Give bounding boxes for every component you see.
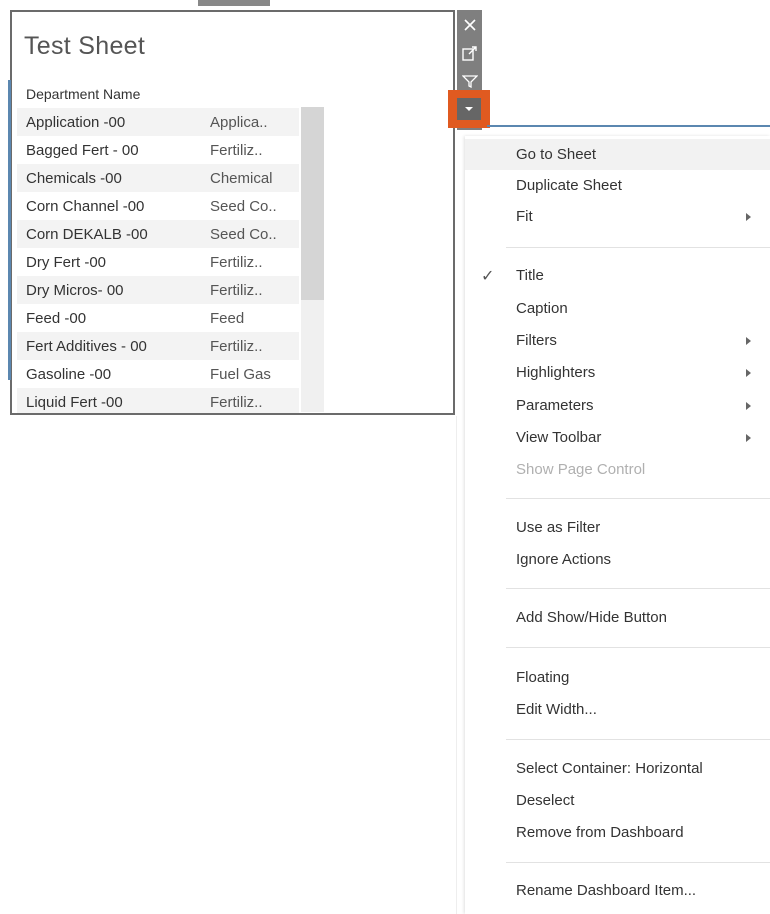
- menu-item-view-toolbar[interactable]: View Toolbar: [465, 422, 770, 453]
- selection-accent-left: [8, 80, 11, 380]
- sheet-zone[interactable]: Test Sheet Department Name Application -…: [10, 10, 455, 415]
- row-category: Fertiliz..: [210, 281, 263, 299]
- menu-item-remove-from-dashboard[interactable]: Remove from Dashboard: [465, 817, 770, 848]
- menu-label: View Toolbar: [516, 429, 602, 446]
- menu-label: Duplicate Sheet: [516, 177, 622, 194]
- table-row[interactable]: Feed -00 Feed: [17, 304, 299, 332]
- row-department: Chemicals -00: [26, 169, 122, 187]
- menu-label: Rename Dashboard Item...: [516, 882, 697, 899]
- top-tab-hint: [198, 0, 270, 6]
- selection-accent-top: [487, 125, 770, 127]
- menu-label: Add Show/Hide Button: [516, 609, 667, 626]
- table-row[interactable]: Dry Micros- 00 Fertiliz..: [17, 276, 299, 304]
- row-category: Chemical: [210, 169, 273, 187]
- menu-label: Parameters: [516, 397, 594, 414]
- menu-label: Select Container: Horizontal: [516, 760, 703, 777]
- row-department: Corn Channel -00: [26, 197, 145, 215]
- sheet-title: Test Sheet: [24, 32, 146, 60]
- menu-separator: [506, 647, 770, 648]
- data-rows: Application -00 Applica.. Bagged Fert - 0…: [17, 108, 299, 413]
- menu-item-highlighters[interactable]: Highlighters: [465, 357, 770, 388]
- menu-item-fit[interactable]: Fit: [465, 201, 770, 232]
- menu-label: Use as Filter: [516, 519, 601, 536]
- row-department: Corn DEKALB -00: [26, 225, 148, 243]
- menu-item-ignore-actions[interactable]: Ignore Actions: [465, 544, 770, 575]
- table-row[interactable]: Chemicals -00 Chemical: [17, 164, 299, 192]
- row-department: Application -00: [26, 113, 126, 131]
- table-row[interactable]: Application -00 Applica..: [17, 108, 299, 136]
- menu-item-parameters[interactable]: Parameters: [465, 390, 770, 421]
- menu-item-use-as-filter[interactable]: Use as Filter: [465, 512, 770, 543]
- divider-line: [456, 416, 457, 914]
- menu-item-caption[interactable]: Caption: [465, 293, 770, 324]
- popout-icon[interactable]: [457, 40, 482, 66]
- table-row[interactable]: Corn Channel -00 Seed Co..: [17, 192, 299, 220]
- row-category: Fuel Gas: [210, 365, 271, 383]
- menu-label: Show Page Control: [516, 461, 646, 478]
- menu-label: Fit: [516, 208, 533, 225]
- row-category: Fertiliz..: [210, 141, 263, 159]
- menu-item-select-container[interactable]: Select Container: Horizontal: [465, 753, 770, 784]
- menu-separator: [506, 498, 770, 499]
- dropdown-arrow-icon: [457, 98, 481, 120]
- table-row[interactable]: Gasoline -00 Fuel Gas: [17, 360, 299, 388]
- menu-label: Caption: [516, 300, 568, 317]
- row-category: Feed: [210, 309, 245, 327]
- row-department: Feed -00: [26, 309, 87, 327]
- row-department: Dry Fert -00: [26, 253, 107, 271]
- menu-label: Title: [516, 267, 544, 284]
- menu-item-duplicate-sheet[interactable]: Duplicate Sheet: [465, 170, 770, 201]
- column-header-department-name[interactable]: Department Name: [26, 86, 140, 102]
- table-row[interactable]: Bagged Fert - 00 Fertiliz..: [17, 136, 299, 164]
- more-options-button[interactable]: [448, 90, 490, 128]
- row-category: Fertiliz..: [210, 253, 263, 271]
- menu-label: Edit Width...: [516, 701, 597, 718]
- menu-label: Filters: [516, 332, 557, 349]
- checkmark-icon: ✓: [481, 267, 495, 285]
- row-department: Liquid Fert -00: [26, 393, 123, 411]
- submenu-arrow-icon: [746, 337, 751, 345]
- context-menu: Go to Sheet Duplicate Sheet Fit ✓ Title C…: [465, 136, 770, 914]
- row-category: Seed Co..: [210, 197, 277, 215]
- menu-label: Go to Sheet: [516, 146, 597, 163]
- menu-separator: [506, 247, 770, 248]
- menu-item-show-page-control: Show Page Control: [465, 454, 770, 485]
- row-category: Fertiliz..: [210, 393, 263, 411]
- table-row[interactable]: Fert Additives - 00 Fertiliz..: [17, 332, 299, 360]
- menu-item-go-to-sheet[interactable]: Go to Sheet: [465, 139, 770, 170]
- menu-item-floating[interactable]: Floating: [465, 662, 770, 693]
- table-row[interactable]: Corn DEKALB -00 Seed Co..: [17, 220, 299, 248]
- menu-label: Highlighters: [516, 364, 596, 381]
- menu-item-edit-width[interactable]: Edit Width...: [465, 694, 770, 725]
- menu-separator: [506, 588, 770, 589]
- submenu-arrow-icon: [746, 369, 751, 377]
- row-department: Fert Additives - 00: [26, 337, 147, 355]
- menu-item-filters[interactable]: Filters: [465, 325, 770, 356]
- submenu-arrow-icon: [746, 402, 751, 410]
- row-category: Applica..: [210, 113, 268, 131]
- scrollbar-thumb[interactable]: [301, 107, 324, 300]
- menu-label: Ignore Actions: [516, 551, 612, 568]
- row-category: Fertiliz..: [210, 337, 263, 355]
- menu-separator: [506, 862, 770, 863]
- menu-label: Floating: [516, 669, 570, 686]
- row-department: Dry Micros- 00: [26, 281, 124, 299]
- menu-item-title[interactable]: ✓ Title: [465, 260, 770, 291]
- menu-label: Deselect: [516, 792, 575, 809]
- row-department: Gasoline -00: [26, 365, 112, 383]
- submenu-arrow-icon: [746, 434, 751, 442]
- row-category: Seed Co..: [210, 225, 277, 243]
- submenu-arrow-icon: [746, 213, 751, 221]
- table-row[interactable]: Liquid Fert -00 Fertiliz..: [17, 388, 299, 413]
- close-icon[interactable]: [457, 12, 482, 38]
- menu-separator: [506, 739, 770, 740]
- menu-item-add-show-hide-button[interactable]: Add Show/Hide Button: [465, 602, 770, 633]
- menu-item-deselect[interactable]: Deselect: [465, 785, 770, 816]
- menu-label: Remove from Dashboard: [516, 824, 684, 841]
- table-row[interactable]: Dry Fert -00 Fertiliz..: [17, 248, 299, 276]
- menu-item-rename-dashboard-item[interactable]: Rename Dashboard Item...: [465, 875, 770, 906]
- row-department: Bagged Fert - 00: [26, 141, 139, 159]
